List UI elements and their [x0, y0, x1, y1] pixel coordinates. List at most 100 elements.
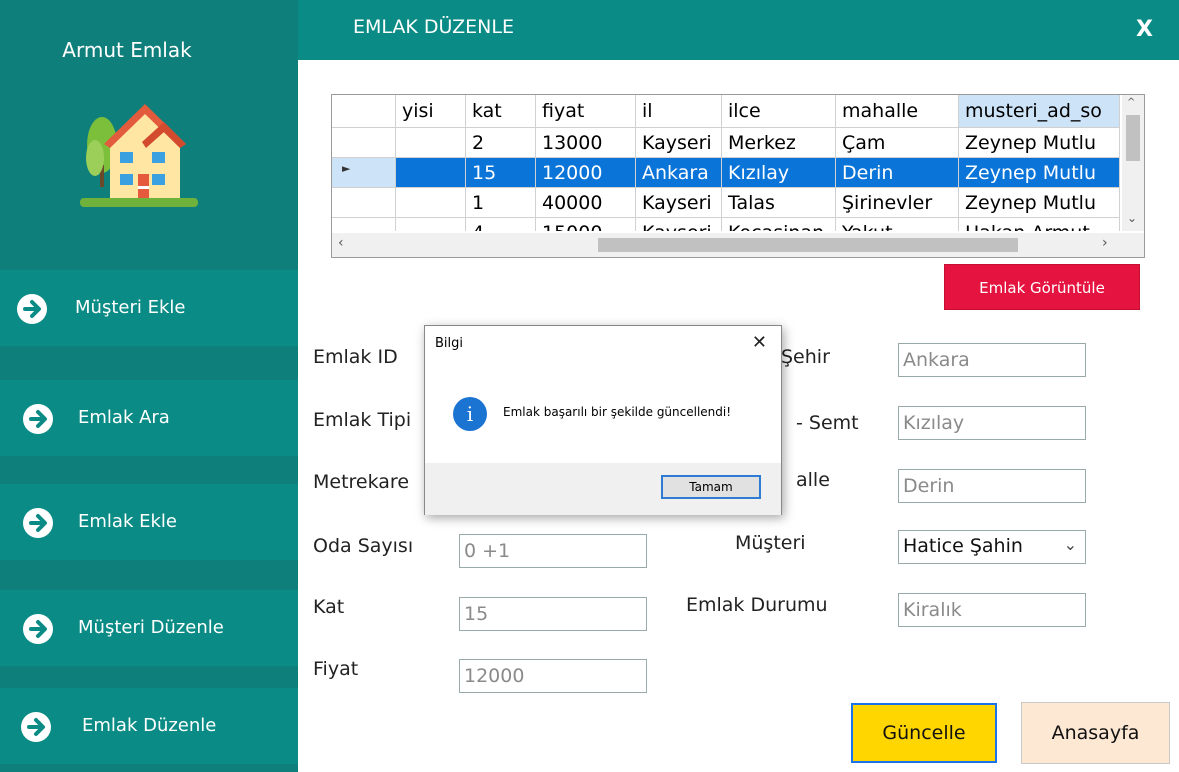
arrow-right-circle-icon — [21, 712, 51, 742]
sidebar-item-musteri-duzenle[interactable]: Müşteri Düzenle — [0, 590, 298, 666]
grid-cell[interactable]: Merkez — [722, 128, 836, 158]
sidebar-item-emlak-ara[interactable]: Emlak Ara — [0, 380, 298, 456]
fiyat-label: Fiyat — [313, 658, 359, 680]
info-icon: i — [453, 397, 487, 431]
arrow-right-circle-icon — [23, 404, 53, 434]
column-header[interactable]: kat — [466, 95, 536, 128]
musteri-select[interactable]: Hatice Şahin ⌄ — [898, 530, 1086, 564]
grid-cell[interactable]: Kayseri — [636, 218, 722, 231]
grid-cell[interactable]: Kayseri — [636, 188, 722, 218]
grid-cell[interactable] — [396, 188, 466, 218]
row-pointer-icon: ► — [342, 162, 351, 175]
scroll-right-arrow-icon[interactable]: › — [1102, 235, 1108, 251]
grid-cell[interactable]: 1 — [466, 188, 536, 218]
anasayfa-button[interactable]: Anasayfa — [1021, 702, 1170, 764]
grid-cell[interactable]: Kocasinan — [722, 218, 836, 231]
grid-cell[interactable]: Şirinevler — [836, 188, 959, 218]
column-header[interactable]: il — [636, 95, 722, 128]
scroll-thumb[interactable] — [1126, 115, 1140, 161]
dialog-footer: Tamam — [425, 463, 781, 515]
oda-sayisi-input[interactable]: 0 +1 — [459, 534, 647, 568]
musteri-label: Müşteri — [735, 532, 806, 554]
sidebar-item-musteri-ekle[interactable]: Müşteri Ekle — [0, 270, 298, 346]
grid-cell[interactable]: Derin — [836, 158, 959, 188]
mahalle-input[interactable]: Derin — [898, 469, 1086, 503]
page-title: EMLAK DÜZENLE — [353, 16, 514, 38]
emlak-id-label: Emlak ID — [313, 346, 398, 368]
house-logo-icon — [80, 104, 198, 207]
grid-cell[interactable]: 15000 — [536, 218, 636, 231]
column-header[interactable]: musteri_ad_so — [959, 95, 1120, 128]
horizontal-scrollbar[interactable]: ‹ › — [332, 233, 1144, 257]
sidebar-item-label: Emlak Düzenle — [82, 715, 217, 736]
grid-cell[interactable]: 40000 — [536, 188, 636, 218]
chevron-down-icon: ⌄ — [1063, 535, 1077, 554]
close-button[interactable]: X — [1136, 17, 1153, 42]
sidebar-item-label: Emlak Ara — [78, 407, 170, 428]
scroll-left-arrow-icon[interactable]: ‹ — [338, 235, 344, 251]
emlak-durumu-input[interactable]: Kiralık — [898, 593, 1086, 627]
emlak-durumu-label: Emlak Durumu — [686, 594, 828, 616]
scroll-thumb[interactable] — [598, 238, 1018, 252]
grid-cell[interactable]: Hakan Armut — [959, 218, 1120, 231]
grid-body: yisi kat fiyat il ilce mahalle musteri_a… — [332, 95, 1120, 231]
grid-cell[interactable]: Zeynep Mutlu — [959, 128, 1120, 158]
info-dialog: Bilgi ✕ i Emlak başarılı bir şekilde gün… — [424, 325, 782, 515]
dialog-ok-button[interactable]: Tamam — [661, 475, 761, 499]
header-bar: EMLAK DÜZENLE X — [298, 0, 1179, 60]
kat-input[interactable]: 15 — [459, 597, 647, 631]
sidebar-item-emlak-duzenle[interactable]: Emlak Düzenle — [0, 688, 298, 764]
grid-cell[interactable]: 2 — [466, 128, 536, 158]
sidebar-item-label: Müşteri Düzenle — [78, 617, 224, 638]
grid-cell[interactable]: Zeynep Mutlu — [959, 158, 1120, 188]
grid-cell[interactable]: 12000 — [536, 158, 636, 188]
grid-cell[interactable]: Kayseri — [636, 128, 722, 158]
emlak-goruntule-button[interactable]: Emlak Görüntüle — [944, 264, 1140, 310]
vertical-scrollbar[interactable]: ^ ⌄ — [1122, 95, 1144, 231]
semt-input[interactable]: Kızılay — [898, 406, 1086, 440]
row-header-selected[interactable]: ► — [332, 158, 396, 188]
oda-sayisi-label: Oda Sayısı — [313, 535, 414, 557]
fiyat-input[interactable]: 12000 — [459, 659, 647, 693]
sehir-input[interactable]: Ankara — [898, 343, 1086, 377]
grid-cell[interactable]: 15 — [466, 158, 536, 188]
sidebar-item-label: Müşteri Ekle — [75, 297, 186, 318]
column-header[interactable]: ilce — [722, 95, 836, 128]
grid-cell[interactable]: Talas — [722, 188, 836, 218]
semt-label: - Semt — [782, 412, 859, 434]
grid-cell[interactable] — [396, 128, 466, 158]
grid-cell[interactable]: Zeynep Mutlu — [959, 188, 1120, 218]
sidebar: Armut Emlak Müşteri Ekle Emlak Ara Emlak… — [0, 0, 298, 772]
grid-cell[interactable]: 13000 — [536, 128, 636, 158]
scroll-down-arrow-icon[interactable]: ⌄ — [1127, 211, 1137, 225]
metrekare-label: Metrekare — [313, 471, 410, 493]
dialog-title: Bilgi — [435, 336, 464, 351]
grid-cell[interactable]: Kızılay — [722, 158, 836, 188]
row-header[interactable] — [332, 128, 396, 158]
musteri-select-value: Hatice Şahin — [903, 535, 1023, 557]
arrow-right-circle-icon — [23, 614, 53, 644]
column-header[interactable]: fiyat — [536, 95, 636, 128]
dialog-message: Emlak başarılı bir şekilde güncellendi! — [503, 405, 732, 419]
sidebar-item-label: Emlak Ekle — [78, 511, 177, 532]
arrow-right-circle-icon — [23, 508, 53, 538]
row-header[interactable] — [332, 218, 396, 231]
grid-cell[interactable]: Çam — [836, 128, 959, 158]
emlak-tipi-label: Emlak Tipi — [313, 409, 412, 431]
guncelle-button[interactable]: Güncelle — [851, 703, 997, 763]
grid-cell[interactable]: Ankara — [636, 158, 722, 188]
app-title: Armut Emlak — [62, 38, 192, 62]
column-header[interactable]: mahalle — [836, 95, 959, 128]
mahalle-label: alle — [782, 469, 830, 491]
grid-cell[interactable] — [396, 158, 466, 188]
scroll-up-arrow-icon[interactable]: ^ — [1127, 97, 1135, 108]
column-header[interactable]: yisi — [396, 95, 466, 128]
grid-cell[interactable] — [396, 218, 466, 231]
dialog-close-icon[interactable]: ✕ — [752, 332, 767, 353]
data-grid[interactable]: yisi kat fiyat il ilce mahalle musteri_a… — [331, 94, 1145, 258]
sidebar-item-emlak-ekle[interactable]: Emlak Ekle — [0, 484, 298, 560]
row-header[interactable] — [332, 188, 396, 218]
grid-cell[interactable]: Yakut — [836, 218, 959, 231]
kat-label: Kat — [313, 596, 345, 618]
grid-cell[interactable]: 4 — [466, 218, 536, 231]
